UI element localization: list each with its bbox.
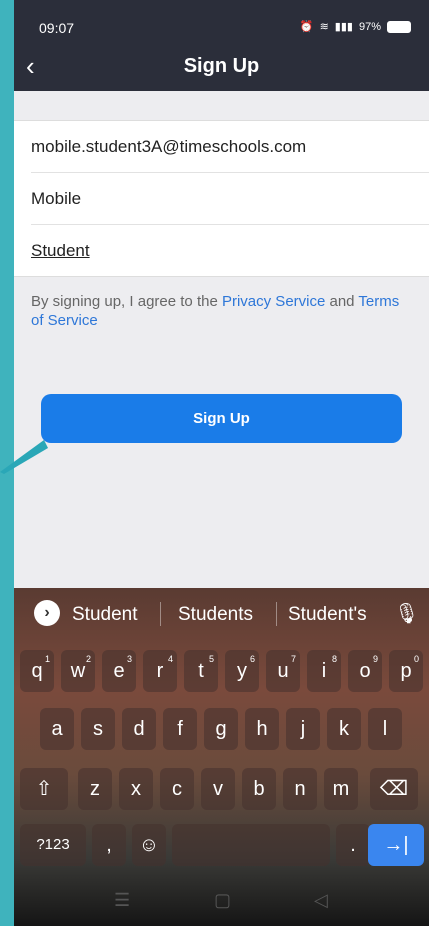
key-hint: 6 xyxy=(249,654,255,664)
email-field[interactable]: mobile.student3A@timeschools.com xyxy=(31,121,429,173)
key-q[interactable]: q1 xyxy=(20,650,54,692)
enter-key[interactable]: →| xyxy=(368,824,424,866)
key-l[interactable]: l xyxy=(368,708,402,750)
suggestion-divider xyxy=(276,602,277,626)
key-hint: 4 xyxy=(167,654,173,664)
nav-bar: ☰ ▢ ◁ xyxy=(14,878,429,926)
key-h[interactable]: h xyxy=(245,708,279,750)
key-hint: 0 xyxy=(413,654,419,664)
pointer-arrow xyxy=(0,440,48,474)
key-t[interactable]: t5 xyxy=(184,650,218,692)
terms-prefix: By signing up, I agree to the xyxy=(31,293,222,310)
key-d[interactable]: d xyxy=(122,708,156,750)
key-w[interactable]: w2 xyxy=(61,650,95,692)
key-f[interactable]: f xyxy=(163,708,197,750)
key-s[interactable]: s xyxy=(81,708,115,750)
status-icons: ⏰ ≋ ▮▮▮ 97% xyxy=(300,20,411,33)
key-m[interactable]: m xyxy=(324,768,358,810)
last-name-field[interactable]: Student xyxy=(31,225,429,276)
terms-middle: and xyxy=(325,293,359,310)
battery-percent: 97% xyxy=(358,20,381,33)
status-bar: 09:07 ⏰ ≋ ▮▮▮ 97% xyxy=(14,0,429,42)
emoji-icon[interactable]: ☺ xyxy=(132,824,166,866)
soft-keyboard: › Student Students Student's 🎙 q1w2e3r4t… xyxy=(14,588,429,926)
home-icon[interactable]: ▢ xyxy=(214,890,231,911)
key-hint: 5 xyxy=(208,654,214,664)
suggestion-bar: › Student Students Student's 🎙 xyxy=(14,588,429,638)
key-z[interactable]: z xyxy=(78,768,112,810)
signal-icon: ▮▮▮ xyxy=(334,21,353,33)
shift-key[interactable]: ⇧ xyxy=(20,768,68,810)
key-hint: 1 xyxy=(44,654,50,664)
key-v[interactable]: v xyxy=(201,768,235,810)
terms-text: By signing up, I agree to the Privacy Se… xyxy=(31,292,401,330)
key-x[interactable]: x xyxy=(119,768,153,810)
key-n[interactable]: n xyxy=(283,768,317,810)
key-i[interactable]: i8 xyxy=(307,650,341,692)
microphone-icon[interactable]: 🎙 xyxy=(394,601,419,626)
key-k[interactable]: k xyxy=(327,708,361,750)
key-j[interactable]: j xyxy=(286,708,320,750)
key-y[interactable]: y6 xyxy=(225,650,259,692)
first-name-field[interactable]: Mobile xyxy=(31,173,429,225)
key-hint: 8 xyxy=(331,654,337,664)
suggestion-1[interactable]: Student xyxy=(72,604,138,626)
key-e[interactable]: e3 xyxy=(102,650,136,692)
alarm-icon: ⏰ xyxy=(299,21,314,33)
space-key[interactable] xyxy=(172,824,330,866)
key-g[interactable]: g xyxy=(204,708,238,750)
app-header: 09:07 ⏰ ≋ ▮▮▮ 97% ‹ Sign Up xyxy=(14,0,429,91)
key-hint: 2 xyxy=(85,654,91,664)
chevron-right-icon[interactable]: › xyxy=(34,600,60,626)
key-hint: 3 xyxy=(126,654,132,664)
suggestion-divider xyxy=(160,602,161,626)
battery-icon xyxy=(387,20,411,33)
key-r[interactable]: r4 xyxy=(143,650,177,692)
key-b[interactable]: b xyxy=(242,768,276,810)
suggestion-2[interactable]: Students xyxy=(178,604,253,626)
comma-key[interactable]: , xyxy=(92,824,126,866)
privacy-link[interactable]: Privacy Service xyxy=(222,293,325,310)
key-u[interactable]: u7 xyxy=(266,650,300,692)
period-key[interactable]: . xyxy=(336,824,370,866)
key-o[interactable]: o9 xyxy=(348,650,382,692)
status-time: 09:07 xyxy=(39,20,75,36)
key-p[interactable]: p0 xyxy=(389,650,423,692)
backspace-key[interactable]: ⌫ xyxy=(370,768,418,810)
last-name-value: Student xyxy=(31,240,90,260)
first-name-value: Mobile xyxy=(31,188,82,208)
phone-screen: 09:07 ⏰ ≋ ▮▮▮ 97% ‹ Sign Up mobile.stude… xyxy=(14,0,429,926)
email-value: mobile.student3A@timeschools.com xyxy=(31,136,307,156)
signup-form: mobile.student3A@timeschools.com Mobile … xyxy=(14,120,429,277)
symbols-key[interactable]: ?123 xyxy=(20,824,86,866)
page-title: Sign Up xyxy=(183,55,260,77)
back-nav-icon[interactable]: ◁ xyxy=(314,890,328,911)
wifi-icon: ≋ xyxy=(319,21,329,33)
key-hint: 9 xyxy=(372,654,378,664)
signup-button[interactable]: Sign Up xyxy=(41,394,402,443)
key-hint: 7 xyxy=(290,654,296,664)
menu-icon[interactable]: ☰ xyxy=(114,890,130,911)
key-a[interactable]: a xyxy=(40,708,74,750)
key-c[interactable]: c xyxy=(160,768,194,810)
suggestion-3[interactable]: Student's xyxy=(288,604,367,626)
